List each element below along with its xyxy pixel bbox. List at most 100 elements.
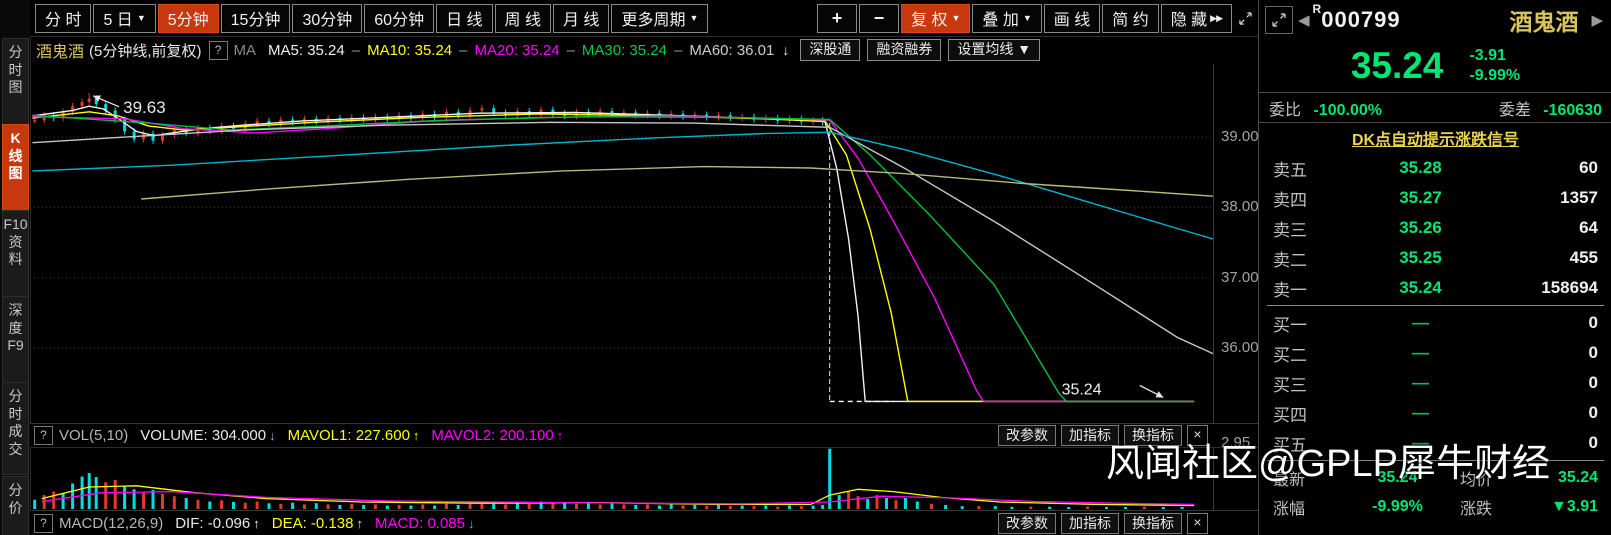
- price-change-pct: -9.99%: [1469, 67, 1521, 84]
- help-icon[interactable]: ?: [208, 40, 228, 60]
- center-column: 分 时5 日 ▼ 5分钟 15分钟 30分钟 60分钟日 线周 线月 线更多周期 ▼ + − 复…: [30, 0, 1259, 535]
- indicator-value-0: VOLUME: 304.000 ↓: [140, 427, 276, 444]
- main-chart[interactable]: 39.63 35.24 39.00 38.00 37.00 36.00: [30, 64, 1259, 424]
- stock-code-group: R000799: [1313, 2, 1401, 33]
- close-icon[interactable]: ×: [1187, 425, 1208, 446]
- period-button-8[interactable]: 月 线: [552, 3, 610, 33]
- stat-label: 最新: [1273, 471, 1306, 489]
- sidebar-item-2[interactable]: F10 资料: [2, 210, 29, 297]
- toolbar-expand-icon[interactable]: [1234, 5, 1256, 32]
- bid-label: 买四: [1273, 405, 1307, 425]
- help-icon[interactable]: ?: [34, 426, 53, 445]
- period-button-0[interactable]: 分 时: [35, 3, 92, 33]
- period-button-9[interactable]: 更多周期 ▼: [611, 3, 709, 33]
- kline-plot[interactable]: 39.63 35.24: [30, 64, 1214, 423]
- sidebar-item-0[interactable]: 分时图: [2, 38, 29, 127]
- ask-volume: 64: [1579, 218, 1598, 237]
- trend-arrow-icon: ↓: [269, 428, 276, 443]
- bid-row-0[interactable]: 买一 — 0: [1259, 308, 1611, 338]
- pane-button-1[interactable]: 加指标: [1061, 513, 1119, 534]
- close-icon[interactable]: ×: [1187, 513, 1208, 534]
- bid-price: —: [1412, 373, 1429, 392]
- sidebar-item-3[interactable]: 深度 F9: [2, 296, 29, 383]
- trend-arrow-icon: ↑: [253, 516, 260, 531]
- sidebar-item-4[interactable]: 分时成交: [2, 382, 29, 475]
- price-block: 35.24 -3.91 -9.99%: [1259, 40, 1611, 92]
- dk-signal-link[interactable]: DK点自动提示涨跌信号: [1352, 126, 1519, 150]
- dropdown-caret-icon: ▼: [136, 13, 146, 23]
- pane-button-1[interactable]: 加指标: [1061, 425, 1119, 446]
- ask-row-4[interactable]: 卖一 35.24 158694: [1259, 273, 1611, 303]
- dropdown-caret-icon: ▼: [689, 13, 699, 23]
- ma-legend-item-3: MA30: 35.24: [581, 41, 667, 59]
- ma-trend-arrow-icon: ↓: [782, 42, 790, 58]
- ask-row-0[interactable]: 卖五 35.28 60: [1259, 153, 1611, 183]
- ma-legend-item-0: MA5: 35.24: [268, 41, 345, 59]
- bid-row-1[interactable]: 买二 — 0: [1259, 338, 1611, 368]
- ask-volume: 158694: [1541, 278, 1598, 297]
- bid-row-3[interactable]: 买四 — 0: [1259, 398, 1611, 428]
- period-button-2[interactable]: 5分钟: [157, 3, 219, 33]
- tool-button-2[interactable]: 画 线: [1043, 3, 1101, 33]
- ask-label: 卖一: [1273, 280, 1307, 300]
- app-root: 分时图 K 线图 F10 资料深度 F9 分时成交分价 分 时5 日 ▼ 5分钟 15分钟 30分钟…: [0, 0, 1611, 535]
- ask-row-1[interactable]: 卖四 35.27 1357: [1259, 183, 1611, 213]
- tool-button-1[interactable]: 叠 加 ▼: [972, 3, 1042, 33]
- chart-stock-name: 酒鬼酒: [36, 44, 85, 61]
- ask-label: 卖四: [1273, 190, 1307, 210]
- period-button-5[interactable]: 60分钟: [364, 3, 435, 33]
- indicator-value-0: DIF: -0.096 ↑: [175, 515, 260, 532]
- period-button-6[interactable]: 日 线: [436, 3, 493, 33]
- chart-header-buttons: 深股通 融资融券 设置均线 ▼: [793, 39, 1041, 61]
- sidebar-item-1[interactable]: K线图: [2, 124, 29, 211]
- ask-price: 35.28: [1399, 158, 1442, 177]
- bid-price: —: [1412, 343, 1429, 362]
- prev-stock-arrow[interactable]: ◀: [1298, 11, 1310, 29]
- chart-header-button-0[interactable]: 深股通: [800, 39, 861, 61]
- tool-button-0[interactable]: 复 权 ▼: [901, 3, 971, 33]
- zoom-out-button[interactable]: −: [859, 3, 900, 33]
- bid-row-4[interactable]: 买五 — 0: [1259, 428, 1611, 458]
- bid-price: —: [1412, 313, 1429, 332]
- stat-label: 涨幅: [1273, 500, 1306, 518]
- period-button-1[interactable]: 5 日 ▼: [93, 3, 156, 33]
- volume-pane[interactable]: 2.95: [30, 434, 1258, 510]
- expand-icon[interactable]: [1265, 6, 1293, 34]
- weicha-value: -160630: [1543, 101, 1602, 119]
- ask-row-3[interactable]: 卖二 35.25 455: [1259, 243, 1611, 273]
- last-price: 35.24: [1350, 45, 1444, 86]
- indicator-value-1: MAVOL1: 227.600 ↑: [287, 427, 420, 444]
- dk-signal-row: DK点自动提示涨跌信号: [1259, 123, 1611, 153]
- stat-row-0: 最新 35.24 均价 35.24: [1259, 463, 1611, 492]
- volume-axis-tick: 2.95: [1221, 434, 1251, 451]
- zoom-in-button[interactable]: +: [817, 3, 858, 33]
- help-icon[interactable]: ?: [34, 514, 53, 533]
- period-button-3[interactable]: 15分钟: [220, 3, 291, 33]
- stats-divider: [1267, 460, 1604, 461]
- pane-button-0[interactable]: 改参数: [998, 425, 1056, 446]
- chart-header-button-2[interactable]: 设置均线 ▼: [948, 39, 1041, 61]
- chart-header-button-1[interactable]: 融资融券: [867, 39, 942, 61]
- period-button-7[interactable]: 周 线: [494, 3, 551, 33]
- stat-value: 35.24: [1377, 468, 1418, 486]
- volume-plot[interactable]: [30, 447, 1213, 510]
- price-axis: 39.00 38.00 37.00 36.00: [1213, 64, 1259, 423]
- tool-button-4[interactable]: 隐 藏 ▶▶: [1160, 3, 1232, 33]
- period-button-group: 分 时5 日 ▼ 5分钟 15分钟 30分钟 60分钟日 线周 线月 线更多周期 ▼: [35, 3, 710, 33]
- tool-button-3[interactable]: 简 约: [1102, 3, 1159, 33]
- next-stock-arrow[interactable]: ▶: [1591, 11, 1603, 29]
- dropdown-caret-icon: ▼: [1022, 13, 1032, 23]
- ma-separator: –: [566, 41, 575, 59]
- bid-row-2[interactable]: 买三 — 0: [1259, 368, 1611, 398]
- pane-button-2[interactable]: 换指标: [1124, 425, 1182, 446]
- pane-button-2[interactable]: 换指标: [1124, 513, 1182, 534]
- ask-row-2[interactable]: 卖三 35.26 64: [1259, 213, 1611, 243]
- indicator-value-2: MACD: 0.085 ↓: [374, 515, 475, 532]
- ask-price: 35.26: [1399, 218, 1442, 237]
- pane-button-0[interactable]: 改参数: [998, 513, 1056, 534]
- pane-buttons: 改参数 加指标 换指标 ×: [993, 425, 1208, 446]
- ask-volume: 455: [1569, 248, 1598, 267]
- sidebar-item-5[interactable]: 分价: [2, 476, 29, 535]
- period-button-4[interactable]: 30分钟: [292, 3, 363, 33]
- bid-label: 买二: [1273, 345, 1307, 365]
